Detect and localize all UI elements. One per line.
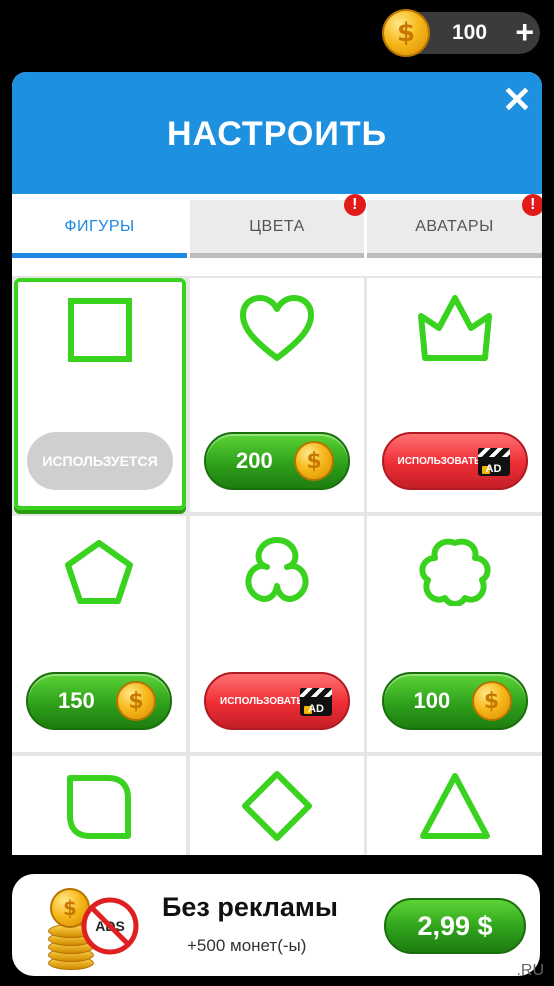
watch-ad-button[interactable]: ИСПОЛЬЗОВАТЬ AD	[204, 672, 350, 730]
use-label: ИСПОЛЬЗОВАТЬ	[220, 695, 304, 707]
dialog-header: НАСТРОИТЬ ✕	[12, 72, 542, 194]
tab-shapes[interactable]: ФИГУРЫ	[12, 200, 187, 258]
shape-card-crown[interactable]: ИСПОЛЬЗОВАТЬ AD	[367, 278, 542, 512]
coin-count: 100	[452, 21, 488, 44]
watermark: .RU	[516, 962, 544, 979]
close-icon[interactable]: ✕	[502, 82, 532, 118]
buy-shape-button[interactable]: 200 $	[204, 432, 350, 490]
use-label: ИСПОЛЬЗОВАТЬ	[397, 455, 482, 467]
crown-shape-icon	[417, 295, 492, 361]
price-label: 200	[236, 448, 273, 473]
shape-card-diamond[interactable]	[190, 756, 364, 855]
tab-bar: ФИГУРЫ ЦВЕТА ! АВАТАРЫ !	[12, 194, 542, 264]
coin-balance-bar[interactable]: $ 100 +	[382, 9, 540, 57]
tab-label: АВАТАРЫ	[415, 217, 494, 235]
clapperboard-ad-icon: AD	[300, 688, 332, 716]
shape-card-square[interactable]: ИСПОЛЬЗУЕТСЯ	[14, 278, 186, 510]
dialog-title: НАСТРОИТЬ	[166, 114, 388, 153]
tab-avatars[interactable]: АВАТАРЫ !	[367, 194, 542, 258]
square-shape-icon	[68, 298, 132, 362]
buy-shape-button[interactable]: 100 $	[381, 672, 528, 730]
in-use-label: ИСПОЛЬЗУЕТСЯ	[42, 453, 158, 469]
add-coins-button[interactable]: +	[515, 14, 534, 50]
triangle-shape-icon	[419, 773, 490, 839]
price-label: 150	[58, 688, 95, 713]
offer-subtitle: +500 монет(-ы)	[187, 936, 307, 955]
tab-colors[interactable]: ЦВЕТА !	[190, 194, 366, 258]
clapperboard-ad-icon: AD	[477, 448, 510, 476]
shape-card-heart[interactable]: 200 $	[190, 278, 364, 512]
alert-badge-icon: !	[522, 194, 542, 216]
flower-shape-icon	[418, 538, 491, 606]
buy-no-ads-button[interactable]: 2,99 $	[384, 898, 526, 954]
coin-icon: $	[471, 681, 512, 721]
coin-icon: $	[116, 681, 156, 721]
tab-label: ЦВЕТА	[249, 217, 305, 235]
watch-ad-button[interactable]: ИСПОЛЬЗОВАТЬ AD	[381, 432, 528, 490]
heart-shape-icon	[240, 295, 314, 361]
shape-card-clover[interactable]: ИСПОЛЬЗОВАТЬ AD	[190, 516, 364, 752]
shapes-grid: ИСПОЛЬЗУЕТСЯ 200 $ ИСПОЛЬЗОВАТЬ AD 150 $…	[12, 276, 542, 855]
price-label: 2,99 $	[417, 910, 493, 941]
shape-card-pentagon[interactable]: 150 $	[12, 516, 186, 752]
price-label: 100	[413, 688, 451, 713]
shape-card-triangle[interactable]	[367, 756, 542, 855]
coin-icon: $	[382, 9, 430, 57]
pentagon-shape-icon	[65, 540, 133, 604]
clover-shape-icon	[245, 537, 309, 602]
offer-title: Без рекламы	[162, 892, 338, 922]
buy-shape-button[interactable]: 150 $	[26, 672, 172, 730]
customize-dialog: НАСТРОИТЬ ✕ ФИГУРЫ ЦВЕТА ! АВАТАРЫ ! ИСП…	[12, 72, 542, 855]
diamond-shape-icon	[242, 771, 312, 841]
in-use-button: ИСПОЛЬЗУЕТСЯ	[27, 432, 173, 490]
coin-icon: $	[294, 441, 334, 481]
shape-card-flower[interactable]: 100 $	[367, 516, 542, 752]
no-ads-icon: ADS	[81, 897, 139, 955]
tab-label: ФИГУРЫ	[64, 217, 135, 235]
no-ads-offer-banner[interactable]: $ ADS Без рекламы +500 монет(-ы) 2,99 $	[12, 874, 540, 976]
leaf-square-shape-icon	[67, 775, 131, 839]
shape-card-leaf-square[interactable]	[12, 756, 186, 855]
alert-badge-icon: !	[344, 194, 366, 216]
